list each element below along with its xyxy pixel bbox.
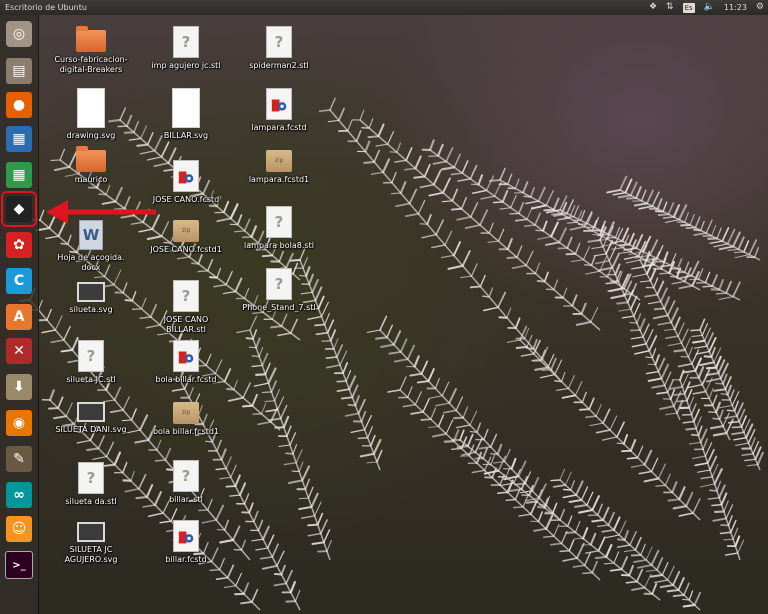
red-arrow-icon [46, 200, 156, 224]
annotation-arrow-layer [46, 200, 156, 224]
